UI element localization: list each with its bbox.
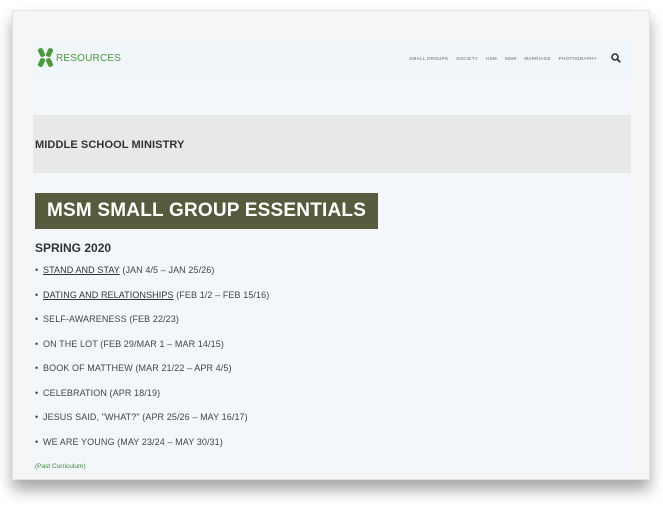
nav-msm[interactable]: MSM (505, 56, 516, 61)
leaf-logo-icon (37, 47, 55, 68)
list-item: • STAND AND STAY (JAN 4/5 – JAN 25/26) (35, 265, 269, 290)
web-page: RESOURCES SMALL GROUPS SOCIETY HSM MSM M… (33, 39, 631, 475)
series-title: WE ARE YOUNG (43, 436, 115, 447)
past-curriculum-link[interactable]: (Past Curriculum) (35, 463, 86, 470)
series-list: • STAND AND STAY (JAN 4/5 – JAN 25/26) • D… (35, 265, 269, 461)
search-icon[interactable] (611, 53, 621, 63)
nav-hsm[interactable]: HSM (486, 56, 497, 61)
list-item: • DATING AND RELATIONSHIPS (FEB 1/2 – FEB… (35, 290, 269, 315)
logo-text: RESOURCES (56, 52, 122, 64)
series-dates: (MAY 23/24 – MAY 30/31) (114, 436, 223, 447)
series-title: CELEBRATION (43, 387, 107, 398)
bullet-icon: • (35, 314, 39, 324)
bullet-icon: • (35, 436, 39, 447)
series-title: JESUS SAID, "WHAT?" (43, 412, 140, 422)
page-title: MIDDLE SCHOOL MINISTRY (35, 139, 185, 151)
screenshot-frame: RESOURCES SMALL GROUPS SOCIETY HSM MSM M… (12, 10, 650, 480)
list-item: • CELEBRATION (APR 18/19) (35, 388, 269, 413)
series-dates: (MAR 21/22 – APR 4/5) (132, 363, 232, 373)
bullet-icon: • (35, 387, 39, 398)
series-dates: (FEB 29/MAR 1 – MAR 14/15) (97, 338, 224, 349)
series-dates: (APR 18/19) (106, 387, 161, 398)
season-heading: SPRING 2020 (35, 241, 112, 255)
main-nav: SMALL GROUPS SOCIETY HSM MSM MARRIAGE PH… (409, 53, 621, 63)
nav-marriage[interactable]: MARRIAGE (524, 56, 550, 61)
list-item: • JESUS SAID, "WHAT?" (APR 25/26 – MAY 16… (35, 412, 269, 437)
bullet-icon: • (35, 338, 39, 349)
section-title-badge: MSM SMALL GROUP ESSENTIALS (35, 193, 379, 229)
nav-small-groups[interactable]: SMALL GROUPS (409, 56, 448, 61)
bullet-icon: • (35, 265, 39, 275)
bullet-icon: • (35, 289, 39, 300)
bullet-icon: • (35, 363, 39, 373)
list-item: • SELF-AWARENESS (FEB 22/23) (35, 314, 269, 339)
series-link[interactable]: DATING AND RELATIONSHIPS (43, 290, 174, 300)
series-title: BOOK OF MATTHEW (43, 363, 133, 373)
series-title: SELF-AWARENESS (43, 314, 127, 324)
site-logo[interactable]: RESOURCES (37, 47, 122, 68)
list-item: • WE ARE YOUNG (MAY 23/24 – MAY 30/31) (35, 437, 269, 462)
nav-photography[interactable]: PHOTOGRAPHY (559, 56, 597, 61)
nav-society[interactable]: SOCIETY (456, 56, 478, 61)
list-item: • ON THE LOT (FEB 29/MAR 1 – MAR 14/15) (35, 339, 269, 364)
series-dates: (JAN 4/5 – JAN 25/26) (119, 265, 215, 275)
series-dates: (APR 25/26 – MAY 16/17) (139, 412, 248, 422)
series-dates: (FEB 1/2 – FEB 15/16) (173, 289, 270, 300)
site-header: RESOURCES SMALL GROUPS SOCIETY HSM MSM M… (33, 39, 631, 77)
bullet-icon: • (35, 412, 39, 422)
series-title: ON THE LOT (43, 338, 98, 349)
list-item: • BOOK OF MATTHEW (MAR 21/22 – APR 4/5) (35, 363, 269, 388)
page-banner: MIDDLE SCHOOL MINISTRY (33, 115, 631, 173)
series-dates: (FEB 22/23) (126, 314, 179, 324)
series-link[interactable]: STAND AND STAY (43, 265, 120, 275)
